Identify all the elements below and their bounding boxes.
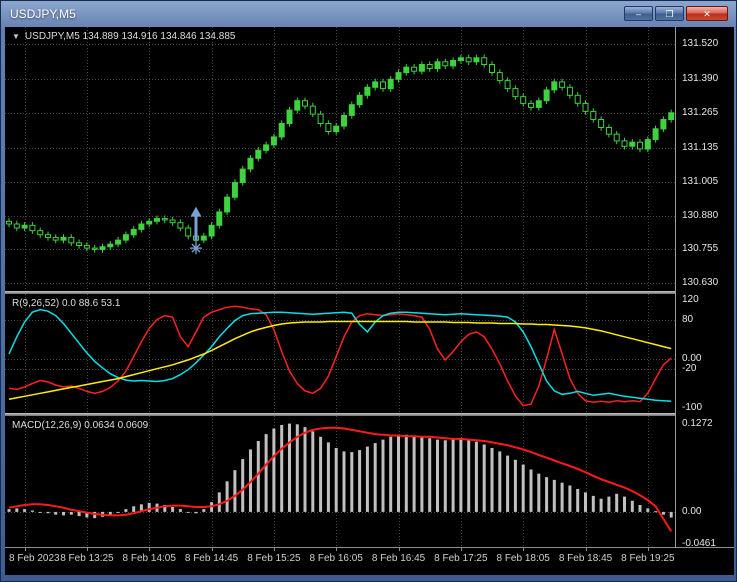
macd-panel[interactable]: MACD(12,26,9) 0.0634 0.0609	[5, 416, 675, 547]
scale-separator-line	[675, 27, 676, 548]
window-controls: – ❐ ✕	[624, 6, 728, 21]
oscillator-line-medium	[8, 308, 672, 402]
scale-label: 131.005	[682, 176, 719, 188]
candles-group	[6, 54, 675, 253]
time-axis-label: 8 Feb 2023	[9, 553, 60, 564]
macd-canvas[interactable]	[5, 416, 675, 547]
macd-histogram	[7, 423, 673, 519]
macd-label: MACD(12,26,9) 0.0634 0.0609	[12, 420, 149, 431]
time-tick-mark	[648, 548, 649, 551]
time-tick-mark	[336, 548, 337, 551]
scale-label: 0.1272	[682, 417, 713, 429]
time-tick-mark	[212, 548, 213, 551]
scale-label: 130.880	[682, 209, 719, 221]
oscillator-canvas[interactable]	[5, 294, 675, 413]
time-axis-label: 8 Feb 14:05	[122, 553, 176, 564]
price-chart-panel[interactable]: ▼ USDJPY,M5 134.889 134.916 134.846 134.…	[5, 27, 675, 291]
time-tick-mark	[586, 548, 587, 551]
oscillator-label: R(9,26,52) 0.0 88.6 53.1	[12, 298, 121, 309]
price-chart-canvas[interactable]	[5, 27, 675, 291]
scale-label: 130.630	[682, 276, 719, 288]
chart-client-area[interactable]: ▼ USDJPY,M5 134.889 134.916 134.846 134.…	[5, 27, 734, 575]
minimize-button[interactable]: –	[624, 6, 653, 21]
macd-signal-line	[8, 426, 673, 532]
app-window: USDJPY,M5 – ❐ ✕ ▼ USDJPY,M5 134.889 134.…	[0, 0, 737, 582]
time-axis-label: 8 Feb 19:25	[621, 553, 675, 564]
scale-label: 0.00	[682, 505, 702, 517]
scale-label: 130.755	[682, 243, 719, 255]
time-axis-label: 8 Feb 14:45	[184, 553, 239, 564]
time-axis-label: 8 Feb 18:45	[558, 553, 613, 564]
grid-lines	[5, 27, 675, 291]
chart-dropdown-icon[interactable]: ▼	[12, 32, 20, 41]
time-axis-label: 8 Feb 17:25	[434, 553, 488, 564]
scale-label: 131.390	[682, 73, 719, 85]
scale-label: 131.520	[682, 38, 719, 50]
scale-label: 131.135	[682, 141, 719, 153]
oscillator-line-slow	[8, 320, 672, 400]
scale-label: 80	[682, 313, 694, 325]
time-axis-label: 8 Feb 16:05	[309, 553, 363, 564]
time-tick-mark	[399, 548, 400, 551]
close-button[interactable]: ✕	[686, 6, 728, 21]
scale-label: 120	[682, 293, 699, 305]
buy-arrow-marker[interactable]	[189, 206, 202, 255]
grid-lines	[5, 416, 675, 547]
window-titlebar[interactable]: USDJPY,M5 – ❐ ✕	[1, 1, 736, 26]
price-scale[interactable]: 131.520 131.390 131.265 131.135 131.005 130.8…	[676, 27, 734, 549]
time-axis-label: 8 Feb 15:25	[247, 553, 301, 564]
time-axis-label: 8 Feb 18:05	[496, 553, 550, 564]
scale-label: -100	[682, 402, 703, 414]
time-tick-mark	[274, 548, 275, 551]
time-tick-mark	[461, 548, 462, 551]
chart-ohlc-label: USDJPY,M5 134.889 134.916 134.846 134.88…	[24, 31, 236, 42]
time-tick-mark	[87, 548, 88, 551]
time-tick-mark	[25, 548, 26, 551]
scale-label: -20	[682, 362, 697, 374]
chart-symbol-label: ▼ USDJPY,M5 134.889 134.916 134.846 134.…	[12, 31, 235, 42]
scale-label: 131.265	[682, 106, 719, 118]
time-tick-mark	[149, 548, 150, 551]
oscillator-panel[interactable]: R(9,26,52) 0.0 88.6 53.1	[5, 294, 675, 413]
time-axis-label: 8 Feb 13:25	[60, 553, 114, 564]
time-axis[interactable]: 8 Feb 2023 8 Feb 13:25 8 Feb 14:05 8 Feb 14…	[5, 548, 734, 575]
time-tick-mark	[523, 548, 524, 551]
time-axis-label: 8 Feb 16:45	[371, 553, 426, 564]
maximize-button[interactable]: ❐	[655, 6, 684, 21]
window-title: USDJPY,M5	[10, 6, 76, 21]
